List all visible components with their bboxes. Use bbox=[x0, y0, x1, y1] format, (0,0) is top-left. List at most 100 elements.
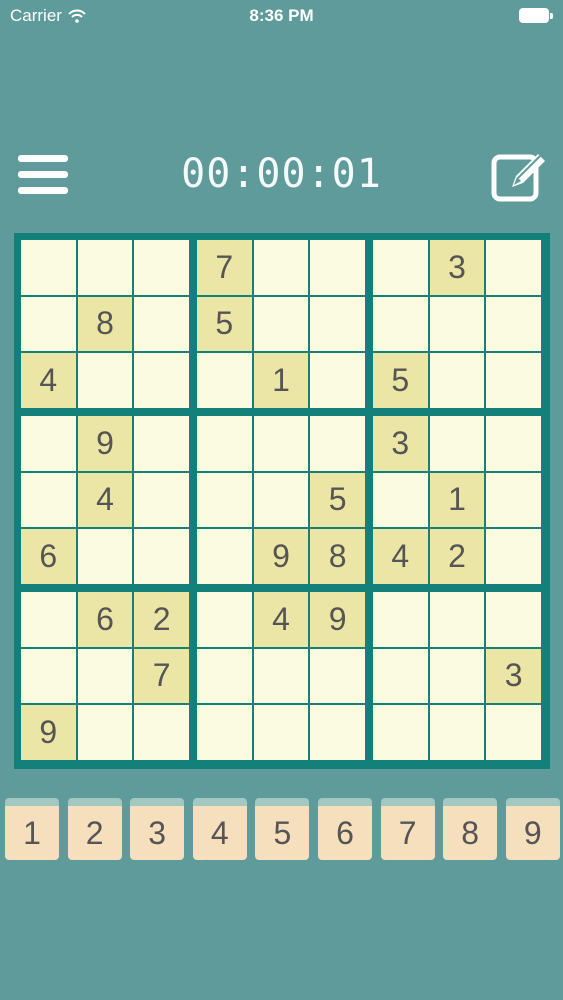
number-key[interactable]: 4 bbox=[192, 798, 247, 860]
number-key[interactable]: 3 bbox=[130, 798, 185, 860]
sudoku-cell[interactable] bbox=[310, 416, 365, 471]
sudoku-cell[interactable] bbox=[486, 296, 541, 352]
sudoku-cell[interactable] bbox=[373, 472, 428, 528]
sudoku-box: 751 bbox=[197, 240, 365, 408]
sudoku-cell[interactable] bbox=[21, 240, 76, 295]
number-key[interactable]: 7 bbox=[380, 798, 435, 860]
sudoku-cell[interactable] bbox=[134, 296, 189, 352]
sudoku-cell[interactable] bbox=[486, 353, 541, 408]
sudoku-cell[interactable] bbox=[310, 296, 365, 352]
number-key[interactable]: 1 bbox=[5, 798, 59, 860]
status-time: 8:36 PM bbox=[249, 6, 314, 25]
sudoku-cell[interactable] bbox=[429, 353, 485, 408]
sudoku-cell[interactable] bbox=[197, 472, 252, 528]
sudoku-cell[interactable]: 8 bbox=[310, 529, 365, 584]
sudoku-cell[interactable]: 7 bbox=[134, 648, 189, 704]
sudoku-cell[interactable] bbox=[310, 648, 365, 704]
sudoku-box: 3142 bbox=[373, 416, 541, 584]
sudoku-cell[interactable] bbox=[486, 592, 541, 647]
sudoku-cell[interactable] bbox=[429, 648, 485, 704]
sudoku-cell[interactable]: 4 bbox=[373, 529, 428, 584]
sudoku-cell[interactable] bbox=[310, 705, 365, 760]
sudoku-cell[interactable]: 5 bbox=[197, 296, 252, 352]
sudoku-cell[interactable] bbox=[21, 648, 76, 704]
sudoku-cell[interactable]: 4 bbox=[253, 592, 309, 647]
sudoku-cell[interactable] bbox=[134, 416, 189, 471]
sudoku-cell[interactable]: 9 bbox=[253, 529, 309, 584]
sudoku-cell[interactable] bbox=[77, 529, 133, 584]
sudoku-cell[interactable] bbox=[429, 416, 485, 471]
sudoku-cell[interactable] bbox=[21, 416, 76, 471]
sudoku-cell[interactable] bbox=[21, 472, 76, 528]
sudoku-cell[interactable] bbox=[429, 592, 485, 647]
timer: 00:00:01 bbox=[181, 151, 382, 197]
sudoku-cell[interactable] bbox=[21, 296, 76, 352]
sudoku-cell[interactable] bbox=[429, 705, 485, 760]
number-key[interactable]: 6 bbox=[318, 798, 372, 860]
sudoku-cell[interactable] bbox=[197, 592, 252, 647]
sudoku-cell[interactable]: 1 bbox=[253, 353, 309, 408]
sudoku-cell[interactable] bbox=[77, 648, 133, 704]
sudoku-cell[interactable] bbox=[134, 353, 189, 408]
battery-icon bbox=[519, 8, 553, 23]
edit-note-icon[interactable] bbox=[490, 147, 550, 205]
number-key[interactable]: 9 bbox=[505, 798, 560, 860]
sudoku-cell[interactable] bbox=[197, 416, 252, 471]
sudoku-cell[interactable] bbox=[253, 705, 309, 760]
status-bar: Carrier 8:36 PM bbox=[0, 0, 563, 32]
sudoku-cell[interactable]: 6 bbox=[77, 592, 133, 647]
number-key[interactable]: 2 bbox=[67, 798, 122, 860]
sudoku-cell[interactable] bbox=[134, 240, 189, 295]
sudoku-cell[interactable] bbox=[134, 705, 189, 760]
sudoku-cell[interactable] bbox=[253, 416, 309, 471]
sudoku-cell[interactable] bbox=[197, 705, 252, 760]
sudoku-cell[interactable] bbox=[134, 472, 189, 528]
sudoku-cell[interactable] bbox=[486, 472, 541, 528]
sudoku-cell[interactable] bbox=[373, 648, 428, 704]
sudoku-cell[interactable] bbox=[77, 353, 133, 408]
sudoku-cell[interactable]: 9 bbox=[21, 705, 76, 760]
sudoku-cell[interactable] bbox=[197, 529, 252, 584]
sudoku-cell[interactable] bbox=[77, 705, 133, 760]
sudoku-cell[interactable] bbox=[134, 529, 189, 584]
sudoku-cell[interactable]: 4 bbox=[77, 472, 133, 528]
sudoku-cell[interactable] bbox=[310, 353, 365, 408]
sudoku-cell[interactable]: 5 bbox=[373, 353, 428, 408]
sudoku-cell[interactable]: 2 bbox=[429, 529, 485, 584]
sudoku-board: 847513594659831426279493 bbox=[14, 233, 550, 769]
sudoku-cell[interactable]: 2 bbox=[134, 592, 189, 647]
sudoku-cell[interactable]: 3 bbox=[429, 240, 485, 295]
sudoku-box: 946 bbox=[21, 416, 189, 584]
sudoku-cell[interactable] bbox=[373, 240, 428, 295]
sudoku-cell[interactable]: 4 bbox=[21, 353, 76, 408]
sudoku-cell[interactable]: 7 bbox=[197, 240, 252, 295]
sudoku-cell[interactable] bbox=[253, 240, 309, 295]
sudoku-cell[interactable] bbox=[373, 705, 428, 760]
sudoku-cell[interactable] bbox=[253, 296, 309, 352]
sudoku-cell[interactable] bbox=[253, 648, 309, 704]
sudoku-cell[interactable] bbox=[486, 705, 541, 760]
sudoku-cell[interactable]: 5 bbox=[310, 472, 365, 528]
sudoku-cell[interactable] bbox=[197, 648, 252, 704]
sudoku-cell[interactable]: 9 bbox=[77, 416, 133, 471]
number-key[interactable]: 8 bbox=[443, 798, 498, 860]
sudoku-cell[interactable] bbox=[21, 592, 76, 647]
sudoku-box: 627 9 bbox=[21, 592, 189, 760]
sudoku-cell[interactable] bbox=[310, 240, 365, 295]
sudoku-cell[interactable] bbox=[373, 592, 428, 647]
sudoku-cell[interactable]: 8 bbox=[77, 296, 133, 352]
sudoku-cell[interactable] bbox=[429, 296, 485, 352]
number-key[interactable]: 5 bbox=[255, 798, 310, 860]
sudoku-cell[interactable]: 3 bbox=[486, 648, 541, 704]
sudoku-cell[interactable] bbox=[77, 240, 133, 295]
sudoku-cell[interactable]: 3 bbox=[373, 416, 428, 471]
sudoku-cell[interactable] bbox=[486, 240, 541, 295]
sudoku-cell[interactable] bbox=[253, 472, 309, 528]
sudoku-cell[interactable] bbox=[373, 296, 428, 352]
sudoku-cell[interactable] bbox=[197, 353, 252, 408]
sudoku-cell[interactable] bbox=[486, 529, 541, 584]
sudoku-cell[interactable]: 6 bbox=[21, 529, 76, 584]
sudoku-cell[interactable] bbox=[486, 416, 541, 471]
sudoku-cell[interactable]: 1 bbox=[429, 472, 485, 528]
sudoku-cell[interactable]: 9 bbox=[310, 592, 365, 647]
